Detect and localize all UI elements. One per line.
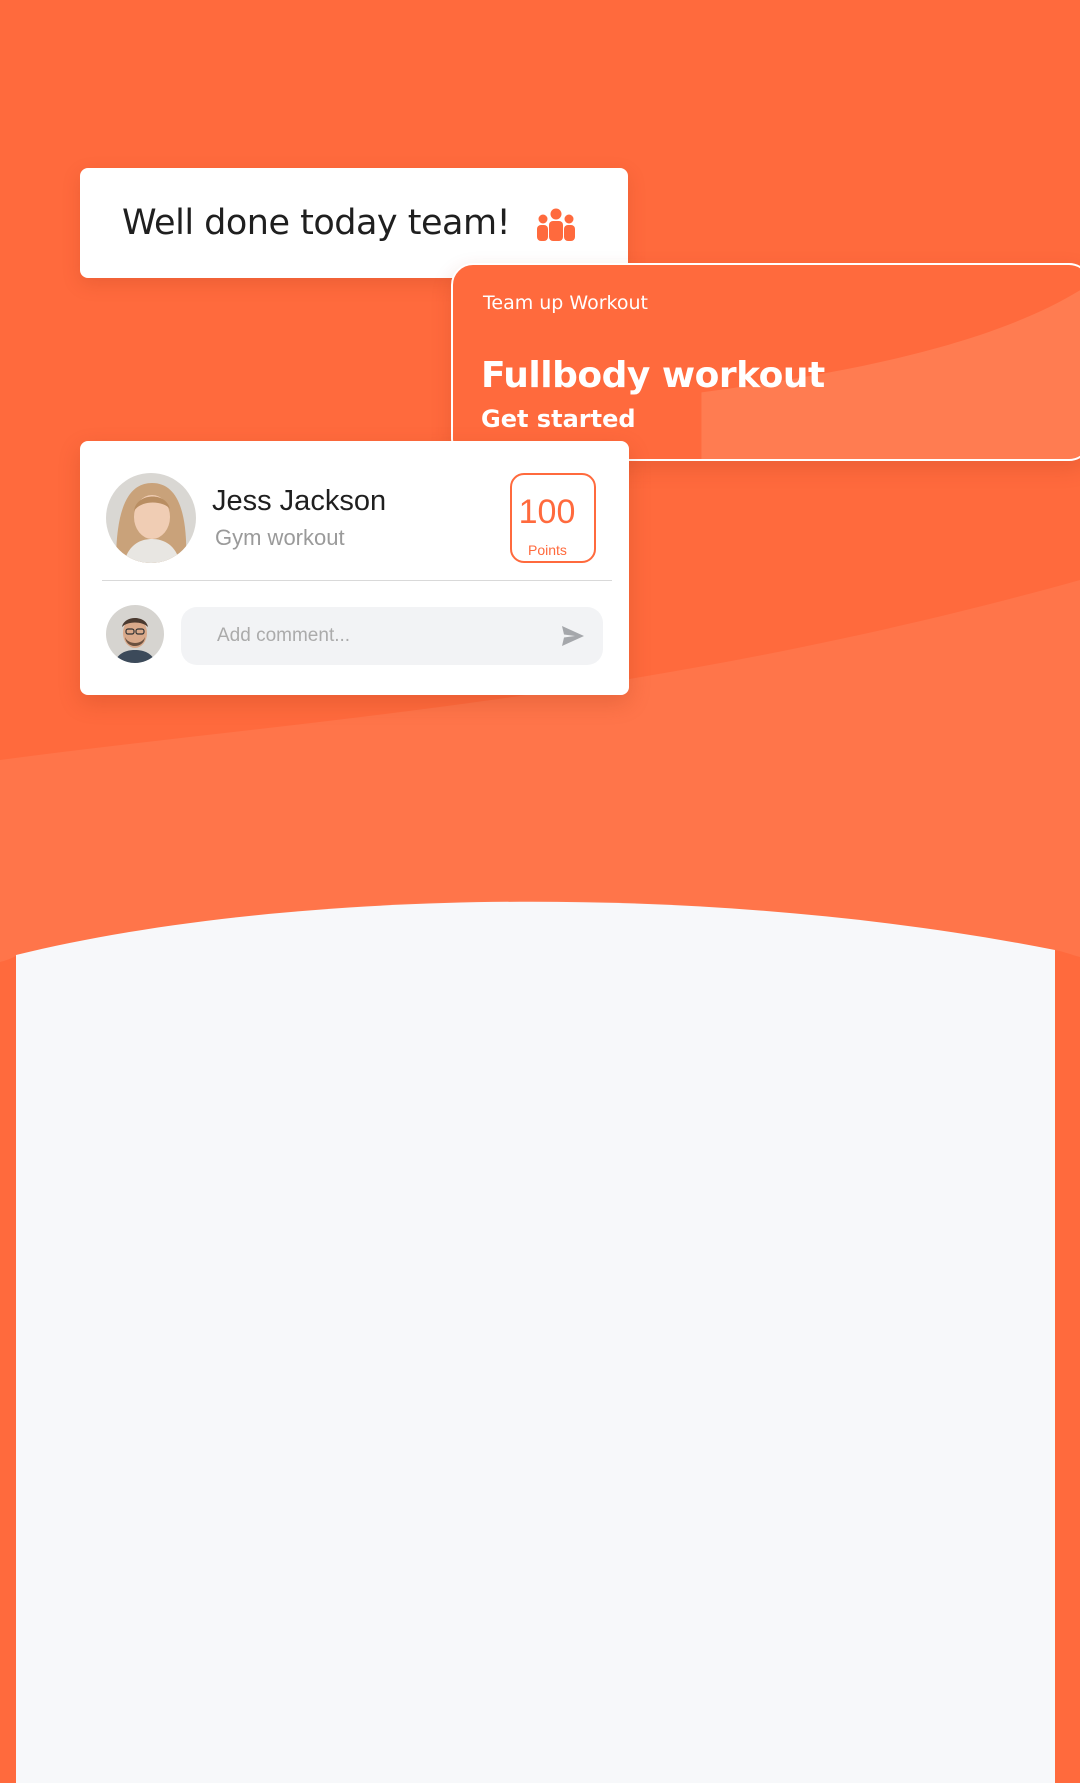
workout-card[interactable]: Team up Workout Fullbody workout Get sta… [451, 263, 1080, 461]
send-icon[interactable] [561, 625, 585, 647]
current-user-avatar[interactable] [106, 605, 164, 663]
message-card: Well done today team! [80, 168, 628, 278]
divider [102, 580, 612, 581]
post-subtitle: Gym workout [215, 525, 345, 550]
workout-card-title: Fullbody workout [481, 355, 825, 396]
avatar[interactable] [106, 473, 196, 563]
post-card: Jess Jackson Gym workout 100 Points Add … [80, 441, 629, 695]
comment-input[interactable]: Add comment... [181, 607, 603, 665]
points-value: 100 [518, 493, 576, 531]
post-author-name: Jess Jackson [212, 485, 387, 517]
points-unit: Points [528, 542, 567, 558]
get-started-button[interactable]: Get started [481, 405, 636, 433]
comment-placeholder: Add comment... [217, 625, 351, 646]
points-badge: 100 Points [510, 473, 596, 563]
team-icon[interactable] [536, 208, 576, 242]
workout-card-label: Team up Workout [483, 292, 648, 314]
page: Well done today team! Team up Workout Fu… [0, 0, 1080, 1783]
message-text: Well done today team! [122, 203, 511, 243]
